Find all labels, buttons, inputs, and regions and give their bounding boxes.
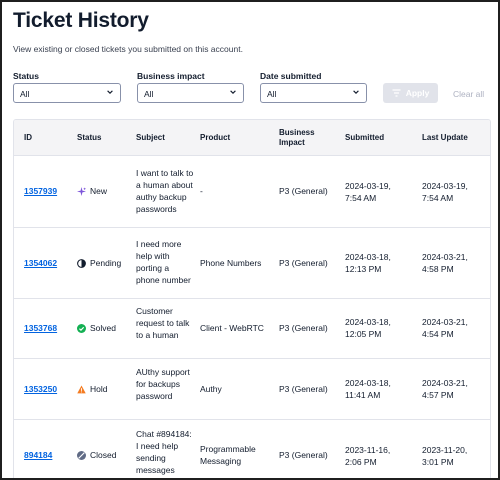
subject-cell: Chat #894184: I need help sending messag… (136, 429, 192, 475)
ticket-id-link[interactable]: 1354062 (24, 257, 57, 269)
subject-cell: I want to talk to a human about authy ba… (136, 168, 194, 214)
table-row: 1353768 Solved Customer request to talk … (14, 299, 490, 359)
status-label: Solved (90, 323, 116, 333)
table-header: ID Status Subject Product Business Impac… (14, 120, 490, 156)
table-row: 1353250 Hold AUthy support for backups p… (14, 359, 490, 420)
impact-cell: P3 (General) (279, 323, 328, 333)
ticket-id-link[interactable]: 1353768 (24, 322, 57, 334)
submitted-cell: 2024-03-18, 11:41 AM (345, 378, 391, 400)
subject-cell: I need more help with porting a phone nu… (136, 239, 191, 285)
column-header-submitted: Submitted (345, 133, 385, 142)
check-circle-icon (77, 323, 86, 333)
submitted-cell: 2023-11-16, 2:06 PM (345, 445, 391, 467)
status-cell: Solved (77, 322, 116, 334)
status-label: Hold (90, 384, 108, 394)
status-filter-value: All (20, 89, 30, 99)
impact-cell: P3 (General) (279, 450, 328, 460)
column-header-business-impact: Business Impact (279, 128, 315, 147)
sparkle-icon (77, 186, 86, 196)
apply-button[interactable]: Apply (383, 83, 438, 103)
submitted-cell: 2024-03-18, 12:13 PM (345, 252, 391, 274)
column-header-product: Product (200, 133, 231, 142)
date-filter-value: All (267, 89, 277, 99)
product-cell: - (200, 186, 203, 196)
submitted-cell: 2024-03-19, 7:54 AM (345, 181, 391, 203)
last-update-cell: 2024-03-21, 4:58 PM (422, 252, 468, 274)
table-row: 894184 Closed Chat #894184: I need help … (14, 420, 490, 478)
date-filter-select[interactable]: All (260, 83, 367, 103)
last-update-cell: 2023-11-20, 3:01 PM (422, 445, 468, 467)
status-filter-label: Status (13, 71, 39, 81)
table-row: 1357939 New I want to talk to a human ab… (14, 156, 490, 228)
ticket-history-page: Ticket History View existing or closed t… (0, 0, 500, 480)
product-cell: Authy (200, 384, 222, 394)
status-cell: Closed (77, 449, 116, 461)
column-header-id: ID (24, 133, 32, 142)
apply-button-label: Apply (405, 88, 430, 98)
pending-icon (77, 258, 86, 268)
chevron-down-icon (353, 90, 359, 94)
ticket-table: ID Status Subject Product Business Impac… (13, 119, 491, 478)
impact-filter-label: Business impact (137, 71, 205, 81)
status-cell: New (77, 185, 107, 197)
impact-cell: P3 (General) (279, 384, 328, 394)
impact-cell: P3 (General) (279, 186, 328, 196)
status-cell: Hold (77, 383, 107, 395)
status-label: New (90, 186, 108, 196)
subject-cell: AUthy support for backups password (136, 367, 190, 401)
filter-icon (392, 89, 401, 97)
ticket-id-link[interactable]: 894184 (24, 449, 52, 461)
product-cell: Client - WebRTC (200, 323, 264, 333)
status-cell: Pending (77, 257, 121, 269)
product-cell: Phone Numbers (200, 258, 262, 268)
impact-filter-value: All (144, 89, 154, 99)
status-filter-select[interactable]: All (13, 83, 121, 103)
status-label: Pending (90, 258, 122, 268)
clear-all-button[interactable]: Clear all (453, 89, 484, 99)
closed-icon (77, 450, 86, 460)
page-title: Ticket History (13, 9, 149, 32)
page-description: View existing or closed tickets you subm… (13, 44, 243, 54)
date-filter-label: Date submitted (260, 71, 322, 81)
column-header-last-update: Last Update (422, 133, 468, 142)
chevron-down-icon (230, 90, 236, 94)
last-update-cell: 2024-03-19, 7:54 AM (422, 181, 468, 203)
column-header-status: Status (77, 133, 102, 142)
last-update-cell: 2024-03-21, 4:54 PM (422, 317, 468, 339)
submitted-cell: 2024-03-18, 12:05 PM (345, 317, 391, 339)
chevron-down-icon (107, 90, 113, 94)
subject-cell: Customer request to talk to a human (136, 306, 190, 340)
last-update-cell: 2024-03-21, 4:57 PM (422, 378, 468, 400)
table-row: 1354062 Pending I need more help with po… (14, 228, 490, 299)
ticket-id-link[interactable]: 1357939 (24, 185, 57, 197)
impact-cell: P3 (General) (279, 258, 328, 268)
ticket-id-link[interactable]: 1353250 (24, 383, 57, 395)
status-label: Closed (90, 450, 117, 460)
column-header-subject: Subject (136, 133, 165, 142)
warning-icon (77, 384, 86, 393)
impact-filter-select[interactable]: All (137, 83, 244, 103)
product-cell: Programmable Messaging (200, 444, 256, 466)
